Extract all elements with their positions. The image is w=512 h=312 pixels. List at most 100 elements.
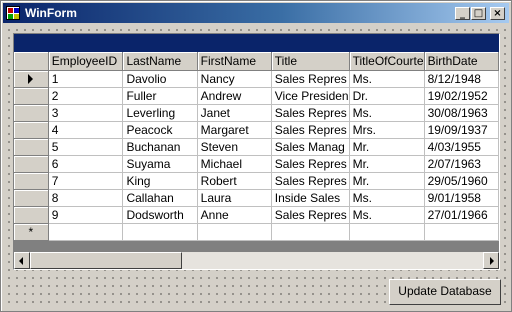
table-row[interactable]: 7 King Robert Sales Repres Mr. 29/05/1960 [14, 172, 499, 190]
table-cell[interactable]: King [122, 172, 198, 190]
table-cell[interactable]: Sales Repres [271, 155, 350, 173]
table-cell[interactable]: Mr. [349, 138, 425, 156]
column-header[interactable]: Title [271, 52, 350, 71]
row-header[interactable] [14, 87, 49, 105]
table-cell[interactable]: Sales Manag [271, 138, 350, 156]
table-cell[interactable]: Dodsworth [122, 206, 198, 224]
table-cell[interactable]: Andrew [197, 87, 272, 105]
table-cell[interactable]: 27/01/1966 [424, 206, 499, 224]
table-cell[interactable] [122, 223, 198, 241]
table-cell[interactable]: Sales Repres [271, 70, 350, 88]
table-cell[interactable]: Laura [197, 189, 272, 207]
table-cell[interactable]: Vice Presiden [271, 87, 350, 105]
row-header[interactable] [14, 206, 49, 224]
table-cell[interactable]: Suyama [122, 155, 198, 173]
row-header[interactable] [14, 104, 49, 122]
row-header[interactable] [14, 189, 49, 207]
column-header[interactable]: BirthDate [424, 52, 499, 71]
table-row[interactable]: 9 Dodsworth Anne Sales Repres Ms. 27/01/1966 [14, 206, 499, 224]
table-cell[interactable]: Fuller [122, 87, 198, 105]
new-row-header[interactable]: * [14, 223, 49, 241]
table-cell[interactable]: Margaret [197, 121, 272, 139]
table-cell[interactable]: Callahan [122, 189, 198, 207]
table-cell[interactable]: 2 [48, 87, 124, 105]
table-row[interactable]: 1 Davolio Nancy Sales Repres Ms. 8/12/1948 [14, 70, 499, 88]
column-header[interactable]: FirstName [197, 52, 272, 71]
table-row[interactable]: 4 Peacock Margaret Sales Repres Mrs. 19/09/19… [14, 121, 499, 139]
table-cell[interactable]: 3 [48, 104, 124, 122]
new-row[interactable]: * [14, 223, 499, 241]
table-cell[interactable]: 2/07/1963 [424, 155, 499, 173]
table-cell[interactable]: 4/03/1955 [424, 138, 499, 156]
table-cell[interactable]: Sales Repres [271, 121, 350, 139]
table-cell[interactable]: Inside Sales [271, 189, 350, 207]
column-header[interactable]: TitleOfCourte [349, 52, 425, 71]
row-header[interactable] [14, 138, 49, 156]
table-cell[interactable]: 29/05/1960 [424, 172, 499, 190]
new-row-star-icon: * [28, 224, 34, 239]
update-database-button[interactable]: Update Database [389, 279, 501, 305]
row-header[interactable] [14, 172, 49, 190]
column-header[interactable]: EmployeeID [48, 52, 124, 71]
table-cell[interactable]: 1 [48, 70, 124, 88]
table-row[interactable]: 8 Callahan Laura Inside Sales Ms. 9/01/1958 [14, 189, 499, 207]
row-header[interactable] [14, 121, 49, 139]
table-cell[interactable]: 8/12/1948 [424, 70, 499, 88]
table-row[interactable]: 5 Buchanan Steven Sales Manag Mr. 4/03/1955 [14, 138, 499, 156]
app-icon[interactable] [6, 6, 20, 20]
close-button[interactable]: × [490, 7, 505, 20]
scroll-left-button[interactable] [14, 252, 30, 269]
table-cell[interactable]: 6 [48, 155, 124, 173]
table-cell[interactable]: Sales Repres [271, 172, 350, 190]
table-cell[interactable]: Leverling [122, 104, 198, 122]
column-header[interactable]: LastName [122, 52, 198, 71]
table-cell[interactable]: Michael [197, 155, 272, 173]
table-row[interactable]: 2 Fuller Andrew Vice Presiden Dr. 19/02/1952 [14, 87, 499, 105]
scroll-thumb[interactable] [30, 252, 182, 269]
table-cell[interactable]: 5 [48, 138, 124, 156]
table-cell[interactable]: 9/01/1958 [424, 189, 499, 207]
table-cell[interactable]: Ms. [349, 104, 425, 122]
table-cell[interactable]: 19/09/1937 [424, 121, 499, 139]
table-cell[interactable]: Buchanan [122, 138, 198, 156]
table-cell[interactable]: Mr. [349, 155, 425, 173]
table-cell[interactable] [271, 223, 350, 241]
table-cell[interactable] [48, 223, 124, 241]
table-cell[interactable]: Janet [197, 104, 272, 122]
table-cell[interactable]: 30/08/1963 [424, 104, 499, 122]
table-cell[interactable] [349, 223, 425, 241]
table-cell[interactable]: Ms. [349, 70, 425, 88]
row-header[interactable] [14, 70, 49, 88]
table-cell[interactable]: Peacock [122, 121, 198, 139]
table-cell[interactable]: Mr. [349, 172, 425, 190]
table-cell[interactable] [424, 223, 499, 241]
table-row[interactable]: 6 Suyama Michael Sales Repres Mr. 2/07/1963 [14, 155, 499, 173]
table-cell[interactable]: 8 [48, 189, 124, 207]
corner-header[interactable] [14, 52, 49, 71]
title-bar[interactable]: WinForm _ □ × [3, 3, 509, 23]
maximize-button[interactable]: □ [471, 7, 486, 20]
table-cell[interactable]: Ms. [349, 189, 425, 207]
table-cell[interactable]: Steven [197, 138, 272, 156]
table-cell[interactable] [197, 223, 272, 241]
table-cell[interactable]: Davolio [122, 70, 198, 88]
scroll-right-button[interactable] [483, 252, 499, 269]
table-cell[interactable]: Sales Repres [271, 104, 350, 122]
horizontal-scrollbar[interactable] [14, 252, 499, 269]
table-cell[interactable]: Sales Repres [271, 206, 350, 224]
table-cell[interactable]: Ms. [349, 206, 425, 224]
data-grid[interactable]: EmployeeID LastName FirstName Title Titl… [13, 33, 500, 270]
table-cell[interactable]: 9 [48, 206, 124, 224]
table-cell[interactable]: 7 [48, 172, 124, 190]
table-row[interactable]: 3 Leverling Janet Sales Repres Ms. 30/08/1963 [14, 104, 499, 122]
table-cell[interactable]: Nancy [197, 70, 272, 88]
employees-table[interactable]: EmployeeID LastName FirstName Title Titl… [14, 52, 499, 241]
table-cell[interactable]: Robert [197, 172, 272, 190]
table-cell[interactable]: 19/02/1952 [424, 87, 499, 105]
minimize-button[interactable]: _ [455, 7, 470, 20]
row-header[interactable] [14, 155, 49, 173]
table-cell[interactable]: Dr. [349, 87, 425, 105]
table-cell[interactable]: 4 [48, 121, 124, 139]
table-cell[interactable]: Mrs. [349, 121, 425, 139]
table-cell[interactable]: Anne [197, 206, 272, 224]
